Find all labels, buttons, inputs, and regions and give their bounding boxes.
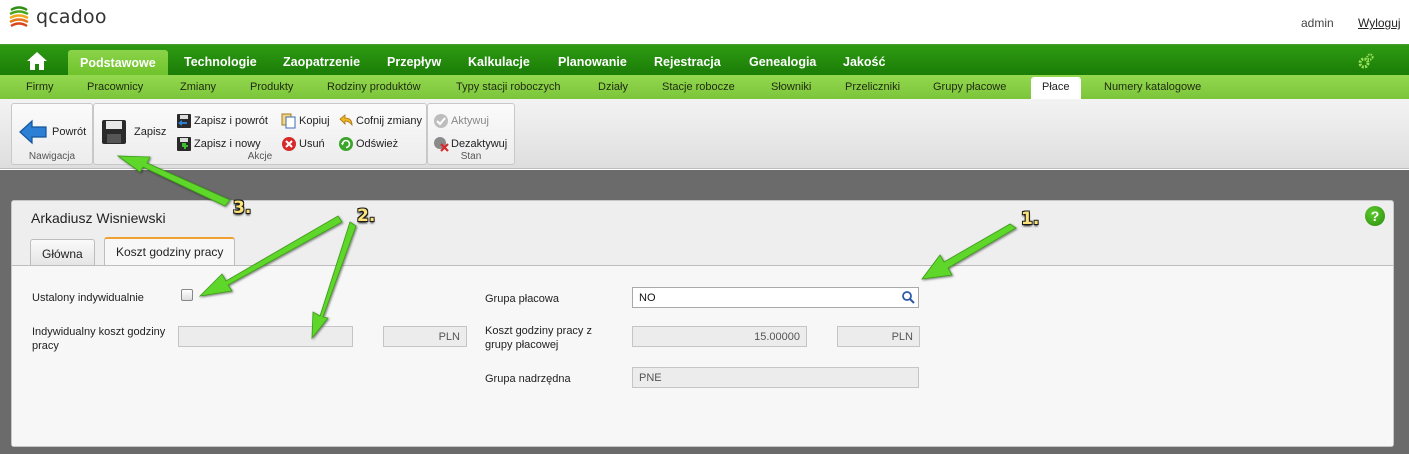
back-button[interactable]: Powrót [18, 118, 86, 146]
logout-link[interactable]: Wyloguj [1358, 16, 1401, 30]
delete-label: Usuń [299, 138, 325, 150]
sub-nav-slowniki[interactable]: Słowniki [771, 81, 811, 93]
help-icon[interactable]: ? [1365, 206, 1385, 226]
search-icon[interactable] [901, 290, 916, 305]
logo-text: qcadoo [36, 6, 107, 28]
tab-glowna[interactable]: Główna [30, 239, 95, 265]
ribbon-toolbar: Powrót Nawigacja Zapisz Zapisz i powrót [0, 99, 1409, 169]
undo-icon [338, 113, 354, 129]
save-and-new-label: Zapisz i nowy [194, 138, 261, 150]
main-nav-podstawowe[interactable]: Podstawowe [68, 50, 168, 76]
back-label: Powrót [52, 126, 87, 138]
logo: qcadoo [8, 6, 107, 28]
sub-nav-rodziny-produktow[interactable]: Rodziny produktów [327, 81, 421, 93]
main-nav: Podstawowe Technologie Zaopatrzenie Prze… [0, 44, 1409, 76]
sub-nav-stacje-robocze[interactable]: Stacje robocze [662, 81, 735, 93]
main-nav-technologie[interactable]: Technologie [184, 55, 257, 69]
sub-nav-firmy[interactable]: Firmy [26, 81, 54, 93]
undo-label: Cofnij zmiany [356, 115, 423, 127]
copy-button[interactable]: Kopiuj [281, 113, 330, 129]
activate-label: Aktywuj [451, 115, 489, 127]
sub-nav-typy-stacji[interactable]: Typy stacji roboczych [456, 81, 561, 93]
parent-group-value: PNE [632, 367, 919, 388]
main-nav-zaopatrzenie[interactable]: Zaopatrzenie [283, 55, 360, 69]
activate-button[interactable]: Aktywuj [433, 113, 489, 129]
wage-group-value: NO [639, 292, 656, 304]
wage-group-label: Grupa płacowa [485, 293, 559, 305]
back-arrow-icon [18, 118, 48, 146]
annotation-marker-3: 3. [233, 198, 252, 218]
individual-cost-input[interactable] [178, 326, 353, 347]
refresh-icon [338, 136, 354, 152]
deactivate-icon [433, 136, 449, 152]
group-cost-value: 15.00000 [632, 326, 807, 347]
sub-nav-zmiany[interactable]: Zmiany [180, 81, 216, 93]
qcadoo-logo-icon [8, 6, 30, 28]
page-title: Arkadiusz Wisniewski [31, 210, 166, 226]
activate-icon [433, 113, 449, 129]
individual-fixed-label: Ustalony indywidualnie [32, 292, 144, 304]
refresh-button[interactable]: Odśwież [338, 136, 398, 152]
sub-nav-numery-katalogowe[interactable]: Numery katalogowe [1104, 81, 1201, 93]
ribbon-group-actions: Zapisz Zapisz i powrót Zapisz i nowy Kop… [93, 103, 427, 165]
main-nav-rejestracja[interactable]: Rejestracja [654, 55, 721, 69]
main-nav-kalkulacje[interactable]: Kalkulacje [468, 55, 530, 69]
main-nav-jakosc[interactable]: Jakość [843, 55, 885, 69]
gear-icon[interactable] [1357, 52, 1375, 70]
save-and-new-button[interactable]: Zapisz i nowy [176, 136, 261, 152]
sub-nav-place[interactable]: Płace [1031, 77, 1081, 99]
deactivate-button[interactable]: Dezaktywuj [433, 136, 507, 152]
copy-label: Kopiuj [299, 115, 330, 127]
navigation-group-label: Nawigacja [28, 151, 76, 162]
ribbon-group-navigation: Powrót Nawigacja [11, 103, 93, 165]
individual-cost-label-line2: pracy [32, 340, 59, 352]
sub-nav-grupy-placowe[interactable]: Grupy płacowe [933, 81, 1006, 93]
username: admin [1301, 16, 1334, 30]
top-bar: qcadoo admin Wyloguj [0, 0, 1409, 44]
deactivate-label: Dezaktywuj [451, 138, 508, 150]
tab-koszt-godziny-pracy[interactable]: Koszt godziny pracy [104, 237, 236, 266]
actions-group-label: Akcje [247, 151, 273, 162]
group-cost-label-line2: grupy płacowej [485, 339, 559, 351]
sub-nav-przeliczniki[interactable]: Przeliczniki [845, 81, 900, 93]
individual-cost-currency: PLN [383, 326, 467, 347]
floppy-disk-icon [100, 118, 130, 146]
sub-nav-dzialy[interactable]: Działy [598, 81, 628, 93]
ribbon-group-state: Aktywuj Dezaktywuj Stan [427, 103, 515, 165]
state-group-label: Stan [460, 151, 482, 162]
save-and-back-icon [176, 113, 192, 129]
annotation-marker-2: 2. [357, 206, 376, 226]
main-nav-planowanie[interactable]: Planowanie [558, 55, 627, 69]
home-icon[interactable] [22, 50, 52, 72]
main-nav-genealogia[interactable]: Genealogia [749, 55, 816, 69]
individual-cost-label-line1: Indywidualny koszt godziny [32, 326, 166, 338]
group-cost-currency: PLN [837, 326, 920, 347]
sub-nav-pracownicy[interactable]: Pracownicy [87, 81, 143, 93]
form-panel: Arkadiusz Wisniewski ? Główna Koszt godz… [11, 200, 1394, 447]
sub-nav-produkty[interactable]: Produkty [250, 81, 293, 93]
tab-content: Ustalony indywidualnie Indywidualny kosz… [12, 265, 1393, 446]
undo-changes-button[interactable]: Cofnij zmiany [338, 113, 422, 129]
wage-group-lookup-input[interactable]: NO [632, 287, 919, 308]
save-and-back-button[interactable]: Zapisz i powrót [176, 113, 268, 129]
save-and-back-label: Zapisz i powrót [194, 115, 268, 127]
individual-fixed-checkbox[interactable] [181, 289, 193, 301]
copy-icon [281, 113, 297, 129]
refresh-label: Odśwież [356, 138, 399, 150]
main-nav-przeplyw[interactable]: Przepływ [387, 55, 441, 69]
save-and-new-icon [176, 136, 192, 152]
sub-nav: Firmy Pracownicy Zmiany Produkty Rodziny… [0, 75, 1409, 99]
group-cost-label-line1: Koszt godziny pracy z [485, 325, 592, 337]
annotation-marker-1: 1. [1021, 209, 1040, 229]
parent-group-label: Grupa nadrzędna [485, 373, 571, 385]
delete-icon [281, 136, 297, 152]
save-button[interactable]: Zapisz [100, 118, 166, 146]
delete-button[interactable]: Usuń [281, 136, 325, 152]
save-label: Zapisz [134, 126, 167, 138]
